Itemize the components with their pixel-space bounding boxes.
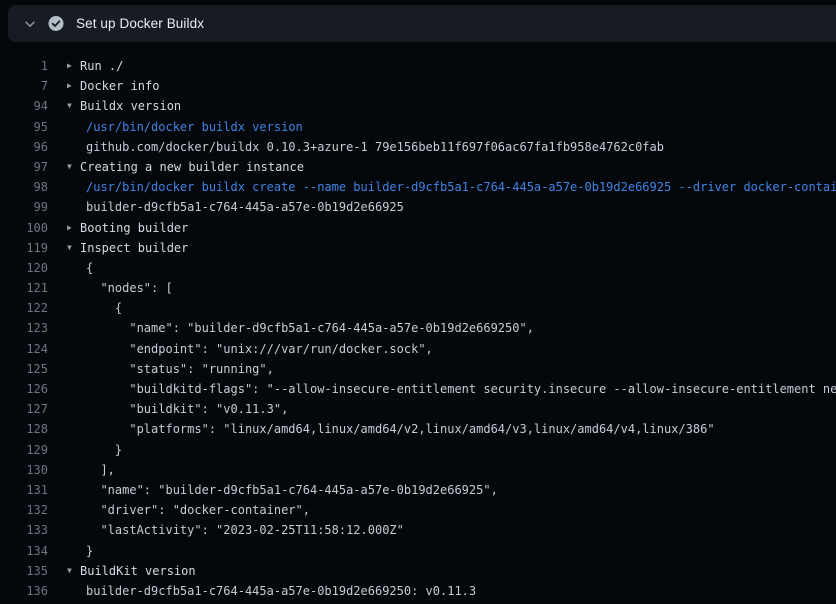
line-text: "name": "builder-d9cfb5a1-c764-445a-a57e… <box>86 318 534 338</box>
line-number[interactable]: 130 <box>0 460 48 480</box>
line-number[interactable]: 131 <box>0 480 48 500</box>
line-text: ], <box>86 460 115 480</box>
line-text: builder-d9cfb5a1-c764-445a-a57e-0b19d2e6… <box>86 197 404 217</box>
check-circle-icon <box>48 16 64 32</box>
line-text: "status": "running", <box>86 359 274 379</box>
line-number[interactable]: 98 <box>0 177 48 197</box>
log-line: 136 builder-d9cfb5a1-c764-445a-a57e-0b19d… <box>0 581 836 601</box>
line-number[interactable]: 132 <box>0 500 48 520</box>
line-text: builder-d9cfb5a1-c764-445a-a57e-0b19d2e6… <box>86 581 476 601</box>
line-number[interactable]: 125 <box>0 359 48 379</box>
log-lines: 1▶Run ./7▶Docker info94▼Buildx version95… <box>0 56 836 601</box>
log-line: 134} <box>0 541 836 561</box>
line-text: "endpoint": "unix:///var/run/docker.sock… <box>86 339 433 359</box>
group-title: Creating a new builder instance <box>80 157 304 177</box>
line-text: /usr/bin/docker buildx version <box>86 117 303 137</box>
line-text: "platforms": "linux/amd64,linux/amd64/v2… <box>86 419 715 439</box>
log-group-line[interactable]: 97 ▼ Creating a new builder instance <box>0 157 836 177</box>
log-group-line[interactable]: 7 ▶ Docker info <box>0 76 836 96</box>
log-line: 120 { <box>0 258 836 278</box>
line-text: "lastActivity": "2023-02-25T11:58:12.000… <box>86 520 404 540</box>
log-line: 132 "driver": "docker-container", <box>0 500 836 520</box>
caret-right-icon[interactable]: ▶ <box>67 218 72 238</box>
log-line: 98/usr/bin/docker buildx create --name b… <box>0 177 836 197</box>
log-line: 121 "nodes": [ <box>0 278 836 298</box>
line-text: { <box>86 258 93 278</box>
line-number[interactable]: 121 <box>0 278 48 298</box>
step-header[interactable]: Set up Docker Buildx <box>8 5 836 42</box>
log-line: 124 "endpoint": "unix:///var/run/docker.… <box>0 339 836 359</box>
caret-down-icon[interactable]: ▼ <box>67 238 72 258</box>
line-number[interactable]: 129 <box>0 440 48 460</box>
line-text: "buildkitd-flags": "--allow-insecure-ent… <box>86 379 836 399</box>
line-text: "driver": "docker-container", <box>86 500 310 520</box>
log-line: 128 "platforms": "linux/amd64,linux/amd6… <box>0 419 836 439</box>
log-line: 133 "lastActivity": "2023-02-25T11:58:12… <box>0 520 836 540</box>
line-number[interactable]: 124 <box>0 339 48 359</box>
log-line: 131 "name": "builder-d9cfb5a1-c764-445a-… <box>0 480 836 500</box>
log-line: 96 github.com/docker/buildx 0.10.3+azure-… <box>0 137 836 157</box>
line-text: "nodes": [ <box>86 278 173 298</box>
line-number[interactable]: 96 <box>0 137 48 157</box>
line-number[interactable]: 128 <box>0 419 48 439</box>
line-number[interactable]: 95 <box>0 117 48 137</box>
line-number[interactable]: 135 <box>0 561 48 581</box>
group-title: BuildKit version <box>80 561 196 581</box>
line-text: /usr/bin/docker buildx create --name bui… <box>86 177 836 197</box>
group-title: Docker info <box>80 76 159 96</box>
log-group-line[interactable]: 135 ▼ BuildKit version <box>0 561 836 581</box>
log-line: 126 "buildkitd-flags": "--allow-insecure… <box>0 379 836 399</box>
line-number[interactable]: 122 <box>0 298 48 318</box>
step-title: Set up Docker Buildx <box>76 16 204 31</box>
caret-right-icon[interactable]: ▶ <box>67 76 72 96</box>
log-line: 99 builder-d9cfb5a1-c764-445a-a57e-0b19d2… <box>0 197 836 217</box>
line-number[interactable]: 123 <box>0 318 48 338</box>
line-number[interactable]: 119 <box>0 238 48 258</box>
line-number[interactable]: 100 <box>0 218 48 238</box>
line-number[interactable]: 97 <box>0 157 48 177</box>
line-text: github.com/docker/buildx 0.10.3+azure-1 … <box>86 137 664 157</box>
line-number[interactable]: 133 <box>0 520 48 540</box>
line-number[interactable]: 126 <box>0 379 48 399</box>
log-line: 95/usr/bin/docker buildx version <box>0 117 836 137</box>
line-number[interactable]: 99 <box>0 197 48 217</box>
log-group-line[interactable]: 100 ▶ Booting builder <box>0 218 836 238</box>
log-line: 123 "name": "builder-d9cfb5a1-c764-445a-… <box>0 318 836 338</box>
log-group-line[interactable]: 1 ▶ Run ./ <box>0 56 836 76</box>
log-line: 127 "buildkit": "v0.11.3", <box>0 399 836 419</box>
line-text: } <box>86 440 122 460</box>
line-text: { <box>86 298 122 318</box>
group-title: Booting builder <box>80 218 188 238</box>
log-line: 130 ], <box>0 460 836 480</box>
log-group-line[interactable]: 119 ▼ Inspect builder <box>0 238 836 258</box>
line-text: } <box>86 541 93 561</box>
line-text: "buildkit": "v0.11.3", <box>86 399 288 419</box>
group-title: Buildx version <box>80 96 181 116</box>
log-line: 129 } <box>0 440 836 460</box>
line-number[interactable]: 7 <box>0 76 48 96</box>
line-number[interactable]: 134 <box>0 541 48 561</box>
line-number[interactable]: 94 <box>0 96 48 116</box>
line-text: "name": "builder-d9cfb5a1-c764-445a-a57e… <box>86 480 498 500</box>
caret-down-icon[interactable]: ▼ <box>67 157 72 177</box>
line-number[interactable]: 136 <box>0 581 48 601</box>
line-number[interactable]: 1 <box>0 56 48 76</box>
group-title: Run ./ <box>80 56 123 76</box>
group-title: Inspect builder <box>80 238 188 258</box>
log-line: 122 { <box>0 298 836 318</box>
chevron-down-icon[interactable] <box>22 16 38 32</box>
line-number[interactable]: 127 <box>0 399 48 419</box>
log-line: 125 "status": "running", <box>0 359 836 379</box>
caret-down-icon[interactable]: ▼ <box>67 96 72 116</box>
log-group-line[interactable]: 94 ▼ Buildx version <box>0 96 836 116</box>
log-viewer: 1▶Run ./7▶Docker info94▼Buildx version95… <box>0 42 836 604</box>
line-number[interactable]: 120 <box>0 258 48 278</box>
caret-right-icon[interactable]: ▶ <box>67 56 72 76</box>
caret-down-icon[interactable]: ▼ <box>67 561 72 581</box>
